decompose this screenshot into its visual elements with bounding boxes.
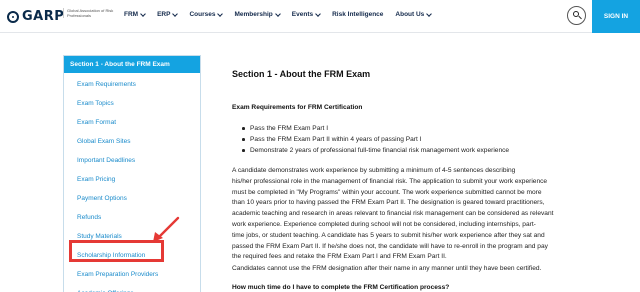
requirements-list: Pass the FRM Exam Part I Pass the FRM Ex… bbox=[242, 123, 509, 156]
nav-membership[interactable]: Membership bbox=[234, 10, 281, 18]
paragraph-line: academic teaching and research in areas … bbox=[232, 210, 554, 218]
paragraph-line: A candidate demonstrates work experience… bbox=[232, 167, 516, 174]
paragraph-line: than 10 years prior to having passed the… bbox=[232, 199, 545, 207]
nav-courses[interactable]: Courses bbox=[189, 10, 224, 18]
sidebar-item-exam-pricing[interactable]: Exam Pricing bbox=[64, 170, 200, 189]
nav-label: FRM bbox=[124, 11, 139, 18]
work-experience-paragraph: A candidate demonstrates work experience… bbox=[232, 166, 553, 263]
sidebar-active-section[interactable]: Section 1 - About the FRM Exam bbox=[64, 56, 200, 73]
list-item: Pass the FRM Exam Part I bbox=[242, 123, 509, 134]
nav-label: Courses bbox=[189, 11, 216, 18]
paragraph-line: the required fees and retake the FRM Exa… bbox=[232, 253, 447, 261]
chevron-down-icon bbox=[217, 10, 224, 17]
nav-label: Risk Intelligence bbox=[332, 11, 384, 18]
search-icon-handle bbox=[578, 15, 582, 20]
chevron-down-icon bbox=[315, 10, 321, 17]
sidebar-item-exam-preparation-providers[interactable]: Exam Preparation Providers bbox=[64, 265, 200, 284]
nav-frm[interactable]: FRM bbox=[124, 10, 146, 18]
chevron-down-icon bbox=[140, 10, 146, 17]
nav-erp[interactable]: ERP bbox=[157, 10, 179, 18]
sidebar-item-global-exam-sites[interactable]: Global Exam Sites bbox=[64, 132, 200, 151]
logo-text: GARP bbox=[22, 9, 65, 24]
paragraph-line: his/her professional role in the managem… bbox=[232, 177, 548, 185]
globe-icon bbox=[7, 10, 19, 23]
chevron-down-icon bbox=[172, 10, 179, 17]
nav-label: Events bbox=[291, 11, 314, 18]
logo-subtitle: Global Association of Risk Professionals bbox=[63, 8, 123, 18]
main-nav: FRM ERP Courses Membership Events Risk I… bbox=[124, 10, 433, 18]
faq-question: How much time do I have to complete the … bbox=[232, 284, 450, 291]
sidebar-item-academic-offerings[interactable]: Academic Offerings bbox=[64, 284, 200, 292]
highlight-annotation-box bbox=[69, 240, 164, 262]
nav-label: ERP bbox=[157, 11, 171, 18]
nav-label: About Us bbox=[395, 11, 425, 18]
sidebar-item-refunds[interactable]: Refunds bbox=[64, 208, 200, 227]
garp-logo[interactable]: GARP bbox=[7, 9, 64, 24]
site-header: GARP Global Association of Risk Professi… bbox=[0, 0, 640, 33]
sidebar-item-payment-options[interactable]: Payment Options bbox=[64, 189, 200, 208]
certification-note: Candidates cannot use the FRM designatio… bbox=[232, 265, 542, 272]
nav-risk-intelligence[interactable]: Risk Intelligence bbox=[332, 11, 383, 18]
search-button[interactable] bbox=[567, 6, 586, 25]
nav-events[interactable]: Events bbox=[291, 10, 321, 18]
list-item: Demonstrate 2 years of professional full… bbox=[242, 145, 509, 156]
paragraph-line: passed the FRM Exam Part II. If he/she d… bbox=[232, 242, 548, 250]
nav-about-us[interactable]: About Us bbox=[395, 10, 433, 18]
paragraph-line: must be completed in "My Programs" withi… bbox=[232, 188, 542, 196]
sign-in-button[interactable]: SIGN IN bbox=[592, 0, 640, 33]
sidebar-item-exam-requirements[interactable]: Exam Requirements bbox=[64, 75, 200, 94]
page-title: Section 1 - About the FRM Exam bbox=[232, 69, 371, 79]
list-item: Pass the FRM Exam Part II within 4 years… bbox=[242, 134, 509, 145]
paragraph-line: time jobs, or student teaching. A candid… bbox=[232, 231, 545, 239]
sidebar-item-exam-topics[interactable]: Exam Topics bbox=[64, 94, 200, 113]
sidebar-item-important-deadlines[interactable]: Important Deadlines bbox=[64, 151, 200, 170]
paragraph-line: work experience. Experience completed du… bbox=[232, 220, 536, 228]
chevron-down-icon bbox=[274, 10, 281, 17]
sidebar-item-exam-format[interactable]: Exam Format bbox=[64, 113, 200, 132]
nav-label: Membership bbox=[234, 11, 273, 18]
chevron-down-icon bbox=[426, 10, 433, 17]
requirements-heading: Exam Requirements for FRM Certification bbox=[232, 104, 363, 111]
